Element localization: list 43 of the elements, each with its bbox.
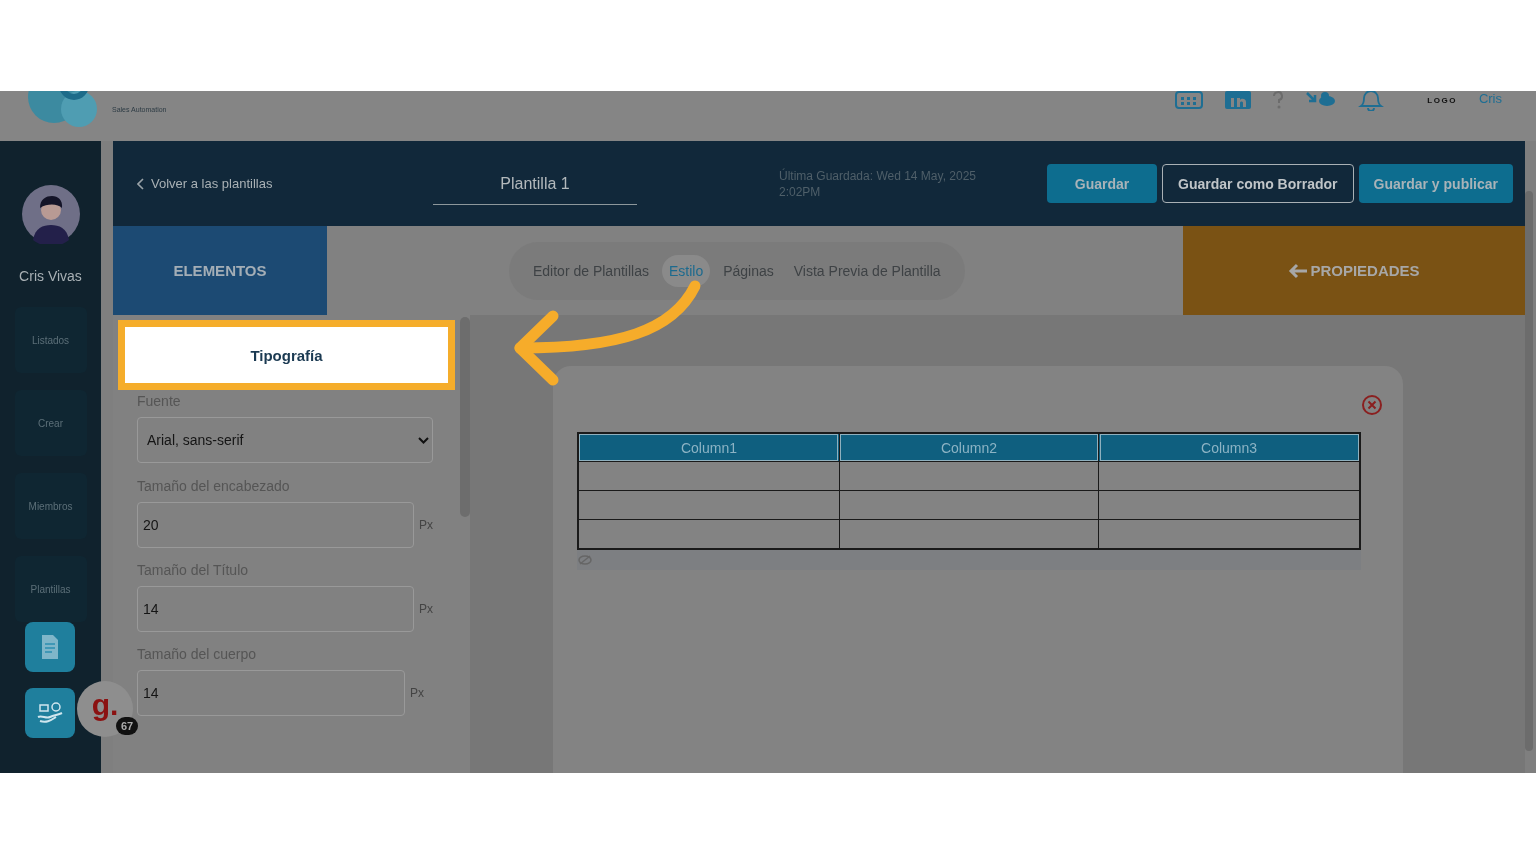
sidebar-item[interactable]: Crear bbox=[14, 390, 87, 456]
question-icon[interactable] bbox=[1273, 91, 1284, 109]
input-field[interactable]: 14 bbox=[137, 586, 414, 632]
save-button[interactable]: Guardar bbox=[1047, 164, 1158, 203]
elements-button[interactable]: ELEMENTOS bbox=[113, 226, 327, 315]
document-icon[interactable] bbox=[24, 622, 75, 672]
column-header: Column2 bbox=[839, 433, 1099, 462]
tab[interactable]: Estilo bbox=[661, 254, 711, 287]
input-field[interactable]: 14 bbox=[137, 670, 405, 716]
arrow-left-icon bbox=[1288, 262, 1309, 279]
user-name: Cris Vivas bbox=[19, 268, 82, 284]
draft-button[interactable]: Guardar como Borrador bbox=[1162, 164, 1354, 203]
close-icon[interactable] bbox=[1361, 394, 1383, 416]
sidebar-item[interactable]: Miembros bbox=[14, 473, 87, 539]
calendar-icon[interactable] bbox=[1175, 91, 1204, 109]
chevron-left-icon bbox=[137, 177, 145, 190]
hand-people-icon[interactable] bbox=[24, 688, 75, 738]
tab[interactable]: Páginas bbox=[716, 254, 781, 287]
column-header: Column3 bbox=[1098, 433, 1360, 462]
save-button[interactable]: Guardar y publicar bbox=[1358, 164, 1513, 203]
template-title-field[interactable]: Plantilla 1 bbox=[433, 164, 637, 205]
section-title[interactable]: Tipografía bbox=[118, 320, 455, 390]
font-select[interactable]: Arial, sans-serif bbox=[137, 417, 433, 463]
user-name[interactable]: Cris bbox=[1478, 91, 1502, 106]
bell-icon[interactable] bbox=[1357, 91, 1386, 111]
unit-label: Px bbox=[410, 686, 424, 700]
sidebar-item[interactable]: Plantillas bbox=[14, 556, 87, 622]
tab[interactable]: Vista Previa de Plantilla bbox=[786, 254, 948, 287]
tab[interactable]: Editor de Plantillas bbox=[526, 254, 656, 287]
column-header: Column1 bbox=[578, 433, 840, 462]
eye-slash-icon[interactable] bbox=[578, 555, 592, 565]
logo-text: LOGO bbox=[1427, 96, 1457, 105]
sidebar-item[interactable]: Listados bbox=[14, 307, 87, 373]
last-saved-text: Última Guardada: Wed 14 May, 2025 2:02PM bbox=[779, 167, 977, 200]
unit-label: Px bbox=[419, 518, 433, 532]
linkedin-icon[interactable] bbox=[1225, 91, 1252, 109]
input-field[interactable]: 20 bbox=[137, 502, 414, 548]
properties-button[interactable]: PROPIEDADES bbox=[1183, 226, 1525, 315]
unit-label: Px bbox=[419, 602, 433, 616]
people-icon[interactable] bbox=[1305, 91, 1336, 107]
caret-icon bbox=[418, 436, 429, 444]
avatar-icon[interactable] bbox=[20, 184, 81, 244]
back-link[interactable]: Volver a las plantillas bbox=[137, 176, 433, 191]
